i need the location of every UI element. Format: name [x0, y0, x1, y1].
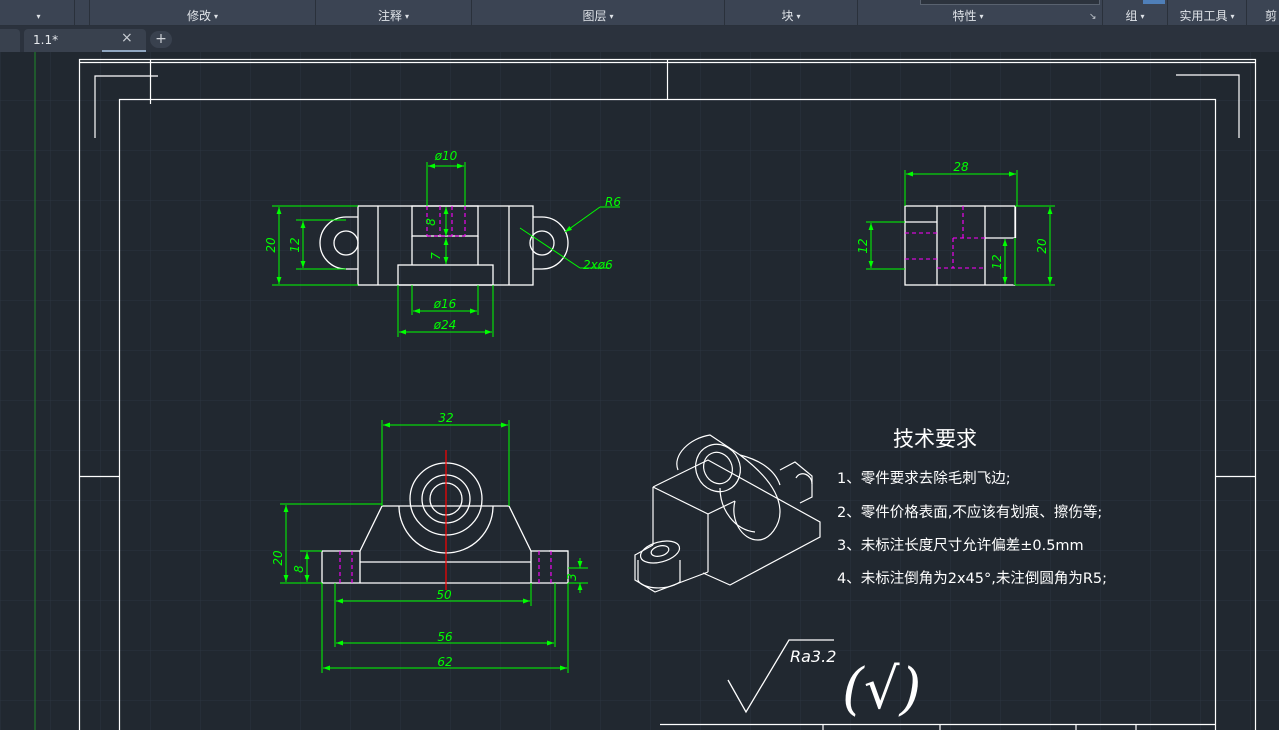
dim-2x6: 2xø6	[583, 258, 613, 272]
dim-phi16: ø16	[433, 297, 457, 311]
panel-label: 特性	[952, 9, 977, 23]
ribbon-panel-modify[interactable]: 修改 ▾	[90, 0, 315, 25]
tech-item: 3、未标注长度尺寸允许偏差±0.5mm	[837, 537, 1084, 554]
panel-label: 组	[1125, 9, 1138, 23]
dim-50: 50	[436, 588, 452, 602]
chevron-down-icon: ▾	[796, 12, 801, 21]
panel-label: 剪	[1265, 9, 1278, 23]
file-tab-bar: 1.1* × +	[0, 26, 1279, 52]
ribbon-panel-clipboard[interactable]: 剪	[1247, 0, 1279, 25]
dim-phi24: ø24	[433, 318, 457, 332]
chevron-down-icon: ▾	[405, 12, 410, 21]
start-tab[interactable]	[0, 29, 20, 52]
panel-label: 块	[781, 9, 794, 23]
dim-8-top: 8	[424, 218, 438, 226]
dim-20-side: 20	[1035, 238, 1049, 254]
dim-12-side-b: 12	[990, 254, 1004, 269]
dim-20-top: 20	[264, 237, 278, 253]
ribbon-panel-groups[interactable]: 组 ▾	[1103, 0, 1167, 25]
roughness-value: Ra3.2	[790, 647, 836, 666]
dim-12-top: 12	[288, 237, 302, 252]
dialog-launcher-icon[interactable]: ↘	[1089, 12, 1097, 22]
tab-drawing[interactable]: 1.1* ×	[24, 29, 146, 52]
chevron-down-icon: ▾	[609, 12, 614, 21]
ribbon-panel-block[interactable]: 块 ▾	[725, 0, 857, 25]
panel-label: 图层	[582, 9, 607, 23]
roughness-paren: (√)	[842, 657, 921, 722]
dim-32: 32	[438, 411, 453, 425]
dim-28: 28	[953, 160, 969, 174]
panel-label: 修改	[186, 9, 211, 23]
add-tab-button[interactable]: +	[150, 31, 172, 48]
panel-label: 注释	[377, 9, 402, 23]
ribbon-panel-utilities[interactable]: 实用工具 ▾	[1168, 0, 1246, 25]
dim-20-front: 20	[271, 550, 285, 566]
dim-r6: R6	[605, 195, 621, 209]
tab-label: 1.1*	[33, 33, 59, 47]
ribbon: ▾ 修改 ▾ 注释 ▾ 图层 ▾ 块 ▾ 特性 ▾ ↘ 组 ▾ 实用工具 ▾ 剪	[0, 0, 1279, 26]
tech-title: 技术要求	[893, 427, 977, 451]
dim-62: 62	[437, 655, 452, 669]
chevron-down-icon: ▾	[979, 12, 984, 21]
dim-phi10: ø10	[434, 149, 458, 163]
ribbon-panel-left[interactable]: ▾	[0, 0, 74, 25]
ribbon-panel-layers[interactable]: 图层 ▾	[472, 0, 724, 25]
close-icon[interactable]: ×	[121, 30, 133, 46]
chevron-down-icon: ▾	[214, 12, 219, 21]
dim-3: 3	[565, 573, 579, 581]
chevron-down-icon: ▾	[1140, 12, 1145, 21]
dim-12-side-a: 12	[856, 238, 870, 253]
drawing-canvas[interactable]: ø10 R6 20 12 8 7 2xø6 ø16 ø24 28 12 12 2…	[0, 52, 1279, 730]
chevron-down-icon: ▾	[1230, 12, 1235, 21]
ribbon-panel-annotation[interactable]: 注释 ▾	[316, 0, 471, 25]
dim-56: 56	[437, 630, 453, 644]
chevron-down-icon: ▾	[36, 12, 41, 21]
tech-item: 4、未标注倒角为2x45°,未注倒圆角为R5;	[837, 570, 1107, 587]
dim-7-top: 7	[429, 252, 443, 260]
ribbon-panel-properties[interactable]: 特性 ▾	[858, 0, 1078, 25]
tech-item: 1、零件要求去除毛刺飞边;	[837, 470, 1011, 487]
grid	[0, 52, 1279, 730]
tech-item: 2、零件价格表面,不应该有划痕、擦伤等;	[837, 503, 1102, 521]
panel-label: 实用工具	[1179, 9, 1228, 23]
dim-8-front: 8	[292, 565, 306, 573]
